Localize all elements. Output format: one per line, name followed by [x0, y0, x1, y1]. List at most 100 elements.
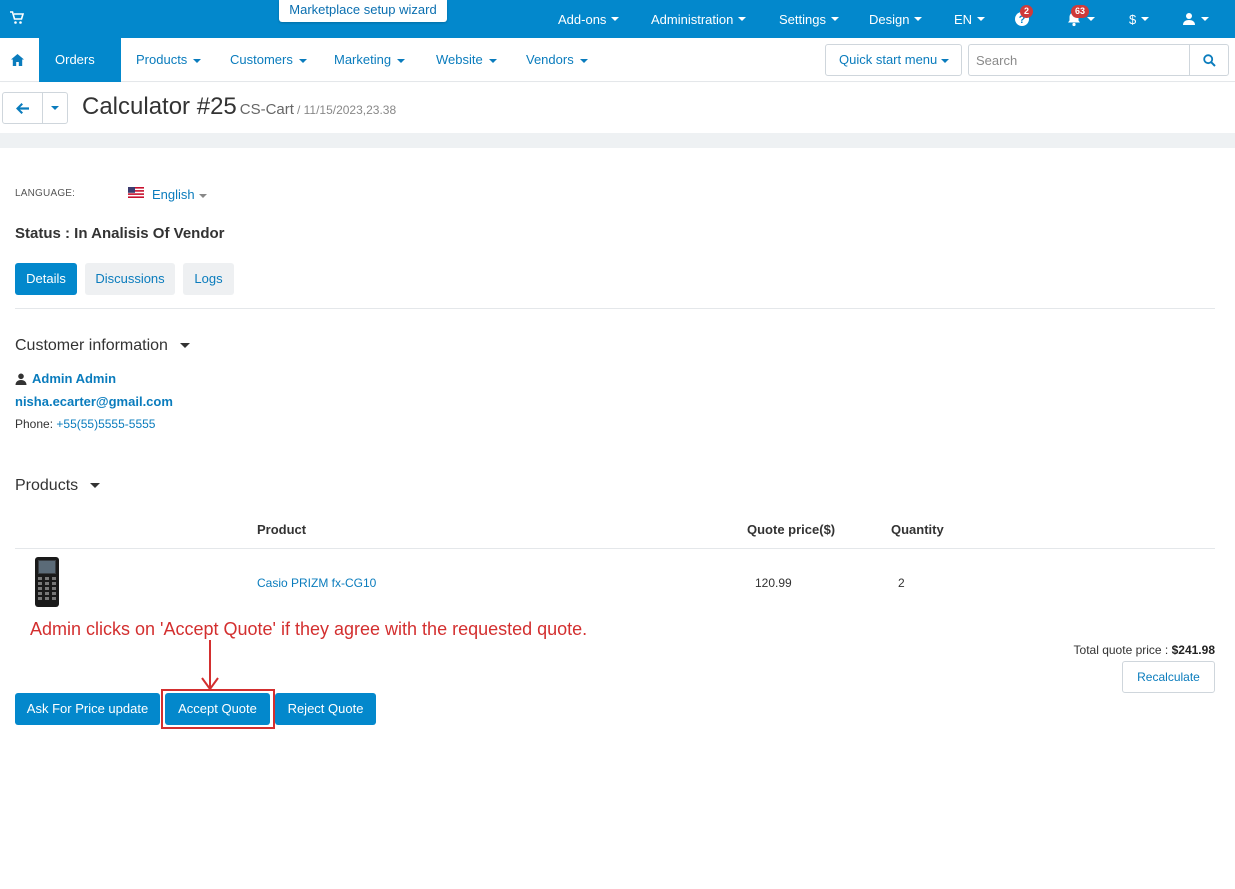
nav-orders[interactable]: Orders [39, 38, 121, 107]
chevron-down-icon [298, 58, 307, 63]
total-value: $241.98 [1171, 643, 1215, 657]
user-icon [1183, 13, 1195, 25]
chevron-down-icon [198, 193, 207, 198]
reject-quote-button[interactable]: Reject Quote [275, 693, 376, 725]
chevron-down-icon [90, 483, 101, 489]
product-quote-price: 120.99 [755, 576, 792, 590]
page-title: Calculator #25 CS-Cart/ 11/15/2023,23.38 [82, 93, 396, 121]
quick-start-label: Quick start menu [839, 52, 938, 67]
quick-start-menu-button[interactable]: Quick start menu [825, 44, 962, 76]
language-value: English [152, 187, 195, 202]
back-button[interactable] [3, 93, 43, 123]
chevron-down-icon [830, 17, 839, 21]
chevron-down-icon [611, 17, 620, 21]
main-navigation: Orders Products Customers Marketing Webs… [0, 38, 1235, 107]
nav-vendors-label: Vendors [526, 52, 574, 67]
chevron-down-icon [1087, 17, 1095, 21]
chevron-down-icon [179, 343, 190, 349]
tab-details[interactable]: Details [15, 263, 77, 295]
chevron-down-icon [1201, 17, 1209, 21]
recalculate-button[interactable]: Recalculate [1122, 661, 1215, 693]
menu-addons-label: Add-ons [558, 11, 607, 27]
search-button[interactable] [1189, 44, 1229, 76]
cart-icon[interactable] [10, 11, 24, 25]
customer-phone-link[interactable]: +55(55)5555-5555 [56, 417, 155, 431]
nav-marketing[interactable]: Marketing [334, 38, 406, 82]
quote-status: Status : In Analisis Of Vendor [15, 225, 225, 242]
user-icon [15, 373, 27, 385]
menu-settings-label: Settings [779, 11, 826, 27]
customer-name-link[interactable]: Admin Admin [15, 371, 116, 386]
menu-administration[interactable]: Administration [651, 0, 747, 38]
customer-phone: Phone: +55(55)5555-5555 [15, 417, 155, 431]
nav-vendors[interactable]: Vendors [526, 38, 588, 82]
home-icon [10, 54, 24, 66]
header-divider [0, 133, 1235, 148]
total-label: Total quote price : [1073, 643, 1169, 657]
help-badge: 2 [1020, 5, 1034, 18]
currency-label: $ [1129, 11, 1137, 27]
accept-quote-highlight [161, 689, 275, 729]
products-section-toggle[interactable]: Products [15, 477, 101, 495]
us-flag-icon [128, 187, 144, 198]
user-menu[interactable] [1182, 0, 1209, 38]
search-icon [1202, 53, 1216, 67]
back-history-dropdown[interactable] [43, 93, 67, 123]
nav-products[interactable]: Products [136, 38, 202, 82]
menu-language[interactable]: EN [954, 0, 986, 38]
column-header-quantity: Quantity [891, 522, 944, 537]
nav-website[interactable]: Website [436, 38, 497, 82]
quote-date: / 11/15/2023,23.38 [296, 103, 397, 117]
currency-menu[interactable]: $ [1129, 0, 1150, 38]
products-section-title: Products [15, 477, 79, 494]
customer-name: Admin Admin [32, 371, 117, 386]
product-name-link[interactable]: Casio PRIZM fx-CG10 [257, 576, 376, 590]
column-header-quote-price: Quote price($) [747, 522, 836, 537]
notifications-badge: 63 [1071, 5, 1090, 18]
arrow-left-icon [16, 102, 29, 114]
chevron-down-icon [488, 58, 497, 63]
product-thumbnail[interactable] [32, 556, 62, 608]
menu-addons[interactable]: Add-ons [558, 0, 620, 38]
top-bar: Marketplace setup wizard Add-ons Adminis… [0, 0, 1235, 38]
nav-marketing-label: Marketing [334, 52, 392, 67]
chevron-down-icon [51, 106, 59, 110]
chevron-down-icon [193, 58, 202, 63]
menu-administration-label: Administration [651, 11, 734, 27]
home-button[interactable] [0, 38, 34, 82]
table-divider [15, 548, 1215, 549]
chevron-down-icon [738, 17, 747, 21]
tab-discussions[interactable]: Discussions [85, 263, 175, 295]
menu-language-label: EN [954, 11, 973, 27]
page-header: Calculator #25 CS-Cart/ 11/15/2023,23.38 [0, 83, 1235, 133]
menu-design[interactable]: Design [869, 0, 923, 38]
language-selector[interactable]: English [152, 187, 207, 202]
arrow-down-icon [201, 640, 219, 691]
chevron-down-icon [397, 58, 406, 63]
marketplace-setup-wizard-button[interactable]: Marketplace setup wizard [279, 0, 447, 22]
phone-label: Phone: [15, 417, 54, 431]
column-header-product: Product [257, 522, 307, 537]
chevron-down-icon [914, 17, 923, 21]
nav-products-label: Products [136, 52, 188, 67]
nav-customers[interactable]: Customers [230, 38, 307, 82]
back-button-group [2, 92, 68, 124]
divider [15, 308, 1215, 309]
language-label: LANGUAGE: [15, 188, 76, 199]
chevron-down-icon [941, 58, 950, 63]
chevron-down-icon [579, 58, 588, 63]
menu-design-label: Design [869, 11, 910, 27]
total-quote-price: Total quote price : $241.98 [1000, 643, 1215, 657]
page-title-text: Calculator #25 [82, 93, 237, 120]
customer-email-link[interactable]: nisha.ecarter@gmail.com [15, 394, 173, 409]
store-name: CS-Cart [239, 101, 294, 118]
menu-settings[interactable]: Settings [779, 0, 839, 38]
customer-section-toggle[interactable]: Customer information [15, 337, 190, 355]
instruction-annotation: Admin clicks on 'Accept Quote' if they a… [30, 619, 588, 639]
search-input[interactable] [968, 44, 1190, 76]
customer-section-title: Customer information [15, 337, 168, 354]
nav-website-label: Website [436, 52, 483, 67]
ask-price-update-button[interactable]: Ask For Price update [15, 693, 160, 725]
chevron-down-icon [1141, 17, 1150, 21]
tab-logs[interactable]: Logs [183, 263, 234, 295]
